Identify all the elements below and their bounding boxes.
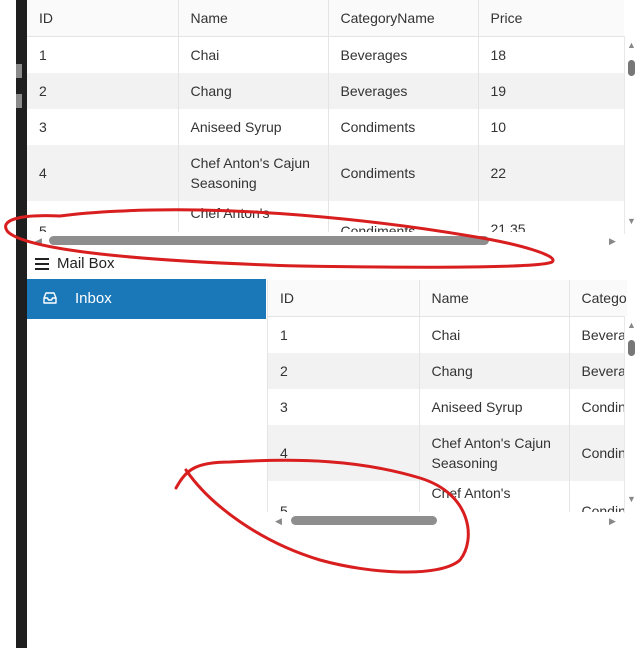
annotation-layer	[4, 208, 555, 574]
annotation-circle-top	[4, 208, 555, 269]
annotation-circle-bottom	[174, 458, 470, 574]
